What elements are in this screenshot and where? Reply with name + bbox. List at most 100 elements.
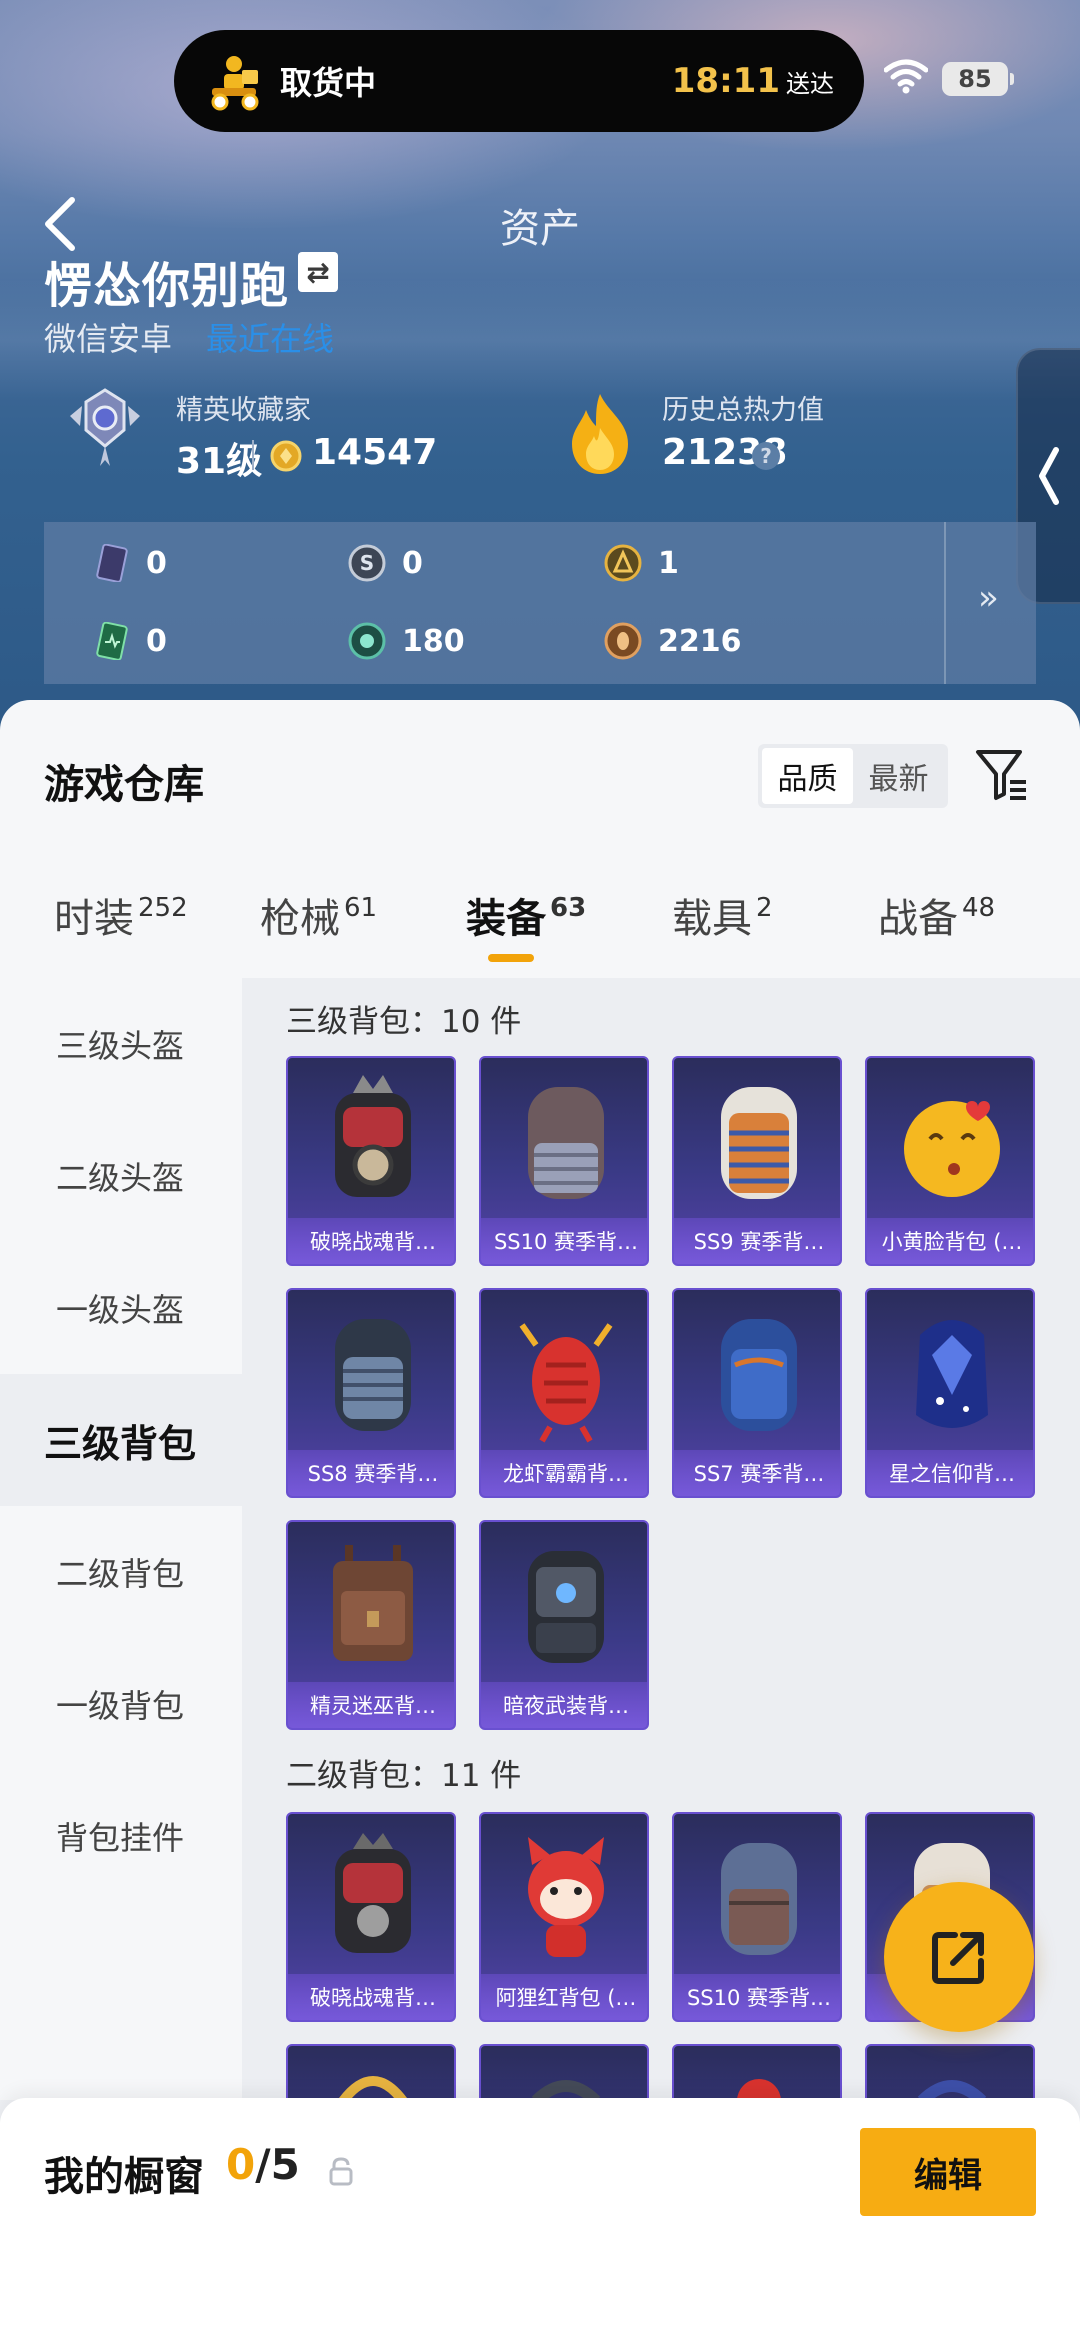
item-name: 阿狸红背包 (… bbox=[481, 1974, 647, 2020]
resource-panel[interactable]: 0 S 0 1 0 180 2216 » bbox=[44, 522, 1036, 684]
backpack-image bbox=[288, 1300, 454, 1450]
nav-level1-helmet[interactable]: 一级头盔 bbox=[0, 1242, 242, 1374]
collector-score: 14547 bbox=[312, 432, 438, 473]
backpack-image bbox=[481, 1068, 647, 1218]
tab-weapons[interactable]: 枪械 61 bbox=[260, 886, 377, 944]
tab-count: 61 bbox=[344, 893, 378, 923]
live-activity-island[interactable]: 取货中 18:11 送达 bbox=[174, 30, 864, 132]
resource-item: 180 bbox=[348, 622, 465, 660]
nav-level3-helmet[interactable]: 三级头盔 bbox=[0, 978, 242, 1110]
battery-indicator: 85 bbox=[942, 62, 1014, 96]
item-card[interactable]: 阿狸红背包 (… bbox=[479, 1812, 649, 2022]
tab-fashion[interactable]: 时装 252 bbox=[54, 886, 188, 944]
wifi-icon bbox=[883, 58, 929, 94]
item-name: SS9 赛季背… bbox=[674, 1218, 840, 1264]
collector-points-icon bbox=[270, 440, 302, 472]
filter-icon[interactable] bbox=[974, 746, 1032, 804]
share-button[interactable] bbox=[884, 1882, 1034, 2032]
flame-icon bbox=[562, 392, 638, 476]
warehouse-title: 游戏仓库 bbox=[44, 762, 204, 808]
item-card[interactable]: SS7 赛季背… bbox=[672, 1288, 842, 1498]
resource-item: 0 bbox=[92, 621, 167, 661]
sub-category-nav: 三级头盔 二级头盔 一级头盔 三级背包 二级背包 一级背包 背包挂件 bbox=[0, 978, 242, 2100]
backpack-image bbox=[674, 1300, 840, 1450]
backpack-image bbox=[674, 2056, 840, 2100]
item-card[interactable]: 小黄脸背包 (… bbox=[865, 1056, 1035, 1266]
item-card[interactable]: SS10 赛季背… bbox=[672, 1812, 842, 2022]
resource-item: 2216 bbox=[604, 622, 742, 660]
resource-item: 0 bbox=[92, 543, 167, 583]
delivery-rider-icon bbox=[204, 50, 266, 112]
sort-toggle[interactable]: 品质 最新 bbox=[758, 744, 948, 808]
item-card[interactable]: 精灵迷巫背… bbox=[286, 1520, 456, 1730]
tab-count: 48 bbox=[962, 893, 996, 923]
item-name: 破晓战魂背… bbox=[288, 1218, 454, 1264]
backpack-image bbox=[288, 1824, 454, 1974]
category-tabs: 时装 252 枪械 61 装备 63 载具 2 战备 48 bbox=[0, 886, 1080, 966]
item-card[interactable] bbox=[479, 2044, 649, 2100]
tab-count: 252 bbox=[138, 893, 188, 923]
showcase-label: 我的橱窗 bbox=[44, 2154, 204, 2200]
item-card[interactable]: SS10 赛季背… bbox=[479, 1056, 649, 1266]
item-card[interactable]: SS9 赛季背… bbox=[672, 1056, 842, 1266]
item-card[interactable] bbox=[865, 2044, 1035, 2100]
card-icon bbox=[92, 543, 130, 583]
level-divider bbox=[252, 440, 254, 470]
resource-item: S 0 bbox=[348, 544, 423, 582]
item-name: 精灵迷巫背… bbox=[288, 1682, 454, 1728]
switch-account-icon[interactable]: ⇄ bbox=[298, 252, 338, 292]
backpack-image bbox=[288, 1532, 454, 1682]
item-name: 星之信仰背… bbox=[867, 1450, 1033, 1496]
nav-level3-backpack[interactable]: 三级背包 bbox=[0, 1374, 242, 1506]
item-card[interactable]: SS8 赛季背… bbox=[286, 1288, 456, 1498]
bronze-coin-icon bbox=[604, 622, 642, 660]
item-name: SS10 赛季背… bbox=[674, 1974, 840, 2020]
item-card[interactable]: 星之信仰背… bbox=[865, 1288, 1035, 1498]
item-card[interactable] bbox=[286, 2044, 456, 2100]
nav-level2-helmet[interactable]: 二级头盔 bbox=[0, 1110, 242, 1242]
item-card[interactable] bbox=[672, 2044, 842, 2100]
item-name: SS10 赛季背… bbox=[481, 1218, 647, 1264]
nav-level1-backpack[interactable]: 一级背包 bbox=[0, 1638, 242, 1770]
item-card[interactable]: 暗夜武装背… bbox=[479, 1520, 649, 1730]
lock-icon bbox=[328, 2156, 354, 2186]
showcase-bar: 我的橱窗 0/5 编辑 bbox=[0, 2098, 1080, 2341]
backpack-image bbox=[481, 1824, 647, 1974]
eta-time: 18:11 bbox=[671, 61, 780, 101]
resource-item: 1 bbox=[604, 544, 679, 582]
backpack-image bbox=[867, 2056, 1033, 2100]
item-name: 龙虾霸霸背… bbox=[481, 1450, 647, 1496]
showcase-count: 0/5 bbox=[226, 2140, 300, 2189]
backpack-image bbox=[288, 1068, 454, 1218]
tab-vehicles[interactable]: 载具 2 bbox=[672, 886, 773, 944]
warehouse-sheet: 游戏仓库 品质 最新 时装 252 枪械 61 装备 63 载具 2 战备 48 三级头盔… bbox=[0, 700, 1080, 2100]
item-card[interactable]: 龙虾霸霸背… bbox=[479, 1288, 649, 1498]
backpack-image bbox=[481, 1532, 647, 1682]
edit-button[interactable]: 编辑 bbox=[860, 2128, 1036, 2216]
sort-quality-option[interactable]: 品质 bbox=[762, 748, 853, 804]
backpack-image bbox=[481, 1300, 647, 1450]
heat-title: 历史总热力值 bbox=[662, 395, 824, 426]
platform-label: 微信安卓 bbox=[44, 320, 173, 358]
backpack-image bbox=[481, 2056, 647, 2100]
item-card[interactable]: 破晓战魂背… bbox=[286, 1812, 456, 2022]
sort-newest-option[interactable]: 最新 bbox=[853, 748, 944, 804]
more-resources-icon[interactable]: » bbox=[978, 578, 999, 618]
collector-level: 31级 bbox=[176, 441, 263, 482]
resource-divider bbox=[944, 522, 946, 684]
eta-suffix: 送达 bbox=[786, 69, 834, 98]
collector-badge-icon bbox=[62, 386, 148, 472]
nav-level2-backpack[interactable]: 二级背包 bbox=[0, 1506, 242, 1638]
section-title: 二级背包：11 件 bbox=[286, 1758, 522, 1794]
username: 愣怂你别跑 bbox=[44, 258, 290, 314]
live-activity-text: 取货中 bbox=[280, 64, 377, 102]
tab-count: 2 bbox=[756, 893, 773, 923]
chevron-left-icon bbox=[1039, 447, 1059, 505]
share-export-icon bbox=[932, 1932, 984, 1984]
online-status: 最近在线 bbox=[206, 320, 335, 358]
help-icon[interactable]: ? bbox=[752, 442, 780, 470]
tab-equipment[interactable]: 装备 63 bbox=[466, 886, 586, 944]
tab-supplies[interactable]: 战备 48 bbox=[878, 886, 995, 944]
item-card[interactable]: 破晓战魂背… bbox=[286, 1056, 456, 1266]
nav-backpack-charm[interactable]: 背包挂件 bbox=[0, 1770, 242, 1902]
